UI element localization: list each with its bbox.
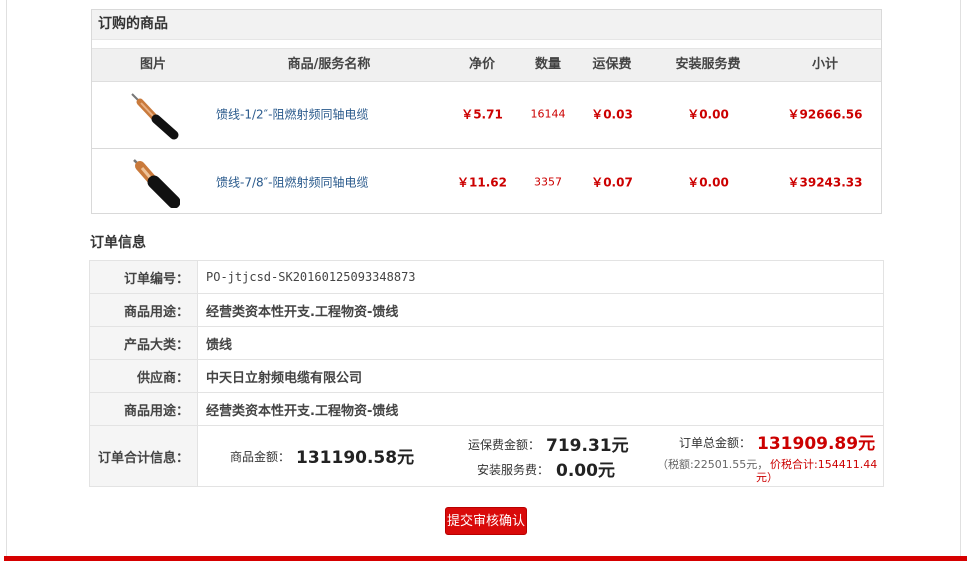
product-subtotal: ￥39243.33 [787, 175, 863, 189]
purpose-value: 经营类资本性开支.工程物资-馈线 [197, 293, 884, 327]
col-header-qty: 数量 [534, 57, 562, 72]
category-label: 产品大类： [89, 326, 198, 360]
page-frame-left [6, 0, 7, 556]
purpose-label: 商品用途： [89, 293, 198, 327]
order-total-label: 订单总金额： [679, 436, 752, 450]
goods-amount-label: 商品金额： [230, 450, 291, 464]
order-field-row: 供应商： 中天日立射频电缆有限公司 [89, 359, 884, 393]
order-summary-row: 订单合计信息： 商品金额： 131190.58元 运保费金额： 719.31元 … [89, 425, 884, 487]
supplier-label: 供应商： [89, 359, 198, 393]
coax-cable-icon[interactable] [126, 88, 180, 140]
col-header-price: 净价 [468, 57, 496, 72]
order-total-value: 131909.89元 [757, 434, 876, 454]
product-qty: 3357 [534, 175, 562, 188]
order-summary-label: 订单合计信息： [89, 425, 198, 487]
ordered-products-panel: 订购的商品 图片 商品/服务名称 净价 数量 运保费 安装服务费 小计 馈线-1… [91, 9, 882, 214]
coax-cable-icon[interactable] [126, 156, 180, 208]
col-header-shipping: 运保费 [592, 57, 632, 72]
col-header-install: 安装服务费 [675, 57, 741, 72]
install-fee-label: 安装服务费： [477, 463, 550, 477]
product-name-link[interactable]: 馈线-1/2″-阻燃射频同轴电缆 [216, 106, 368, 123]
purpose-value-2: 经营类资本性开支.工程物资-馈线 [197, 392, 884, 426]
col-header-name: 商品/服务名称 [287, 57, 371, 72]
product-shipping: ￥0.07 [591, 175, 633, 189]
footer-accent-bar [4, 556, 967, 561]
product-price: ￥5.71 [461, 107, 503, 122]
product-subtotal: ￥92666.56 [787, 107, 863, 122]
goods-amount-value: 131190.58元 [296, 448, 415, 468]
product-install: ￥0.00 [687, 175, 729, 189]
purpose-label-2: 商品用途： [89, 392, 198, 426]
order-number-value: PO-jtjcsd-SK20160125093348873 [197, 260, 884, 294]
product-name-link[interactable]: 馈线-7/8″-阻燃射频同轴电缆 [216, 173, 368, 190]
order-summary-cell: 商品金额： 131190.58元 运保费金额： 719.31元 安装服务费： 0… [197, 425, 884, 487]
product-price: ￥11.62 [457, 175, 507, 189]
category-value: 馈线 [197, 326, 884, 360]
product-qty: 16144 [530, 107, 566, 121]
order-number-label: 订单编号： [89, 260, 198, 294]
table-row: 馈线-1/2″-阻燃射频同轴电缆 ￥5.71 16144 ￥0.03 ￥0.00… [92, 80, 881, 149]
order-field-row: 产品大类： 馈线 [89, 326, 884, 360]
order-info-heading: 订单信息 [90, 235, 146, 251]
col-header-image: 图片 [139, 57, 167, 72]
product-shipping: ￥0.03 [591, 107, 633, 122]
install-fee-value: 0.00元 [556, 461, 615, 481]
order-info-table: 订单编号： PO-jtjcsd-SK20160125093348873 商品用途… [89, 260, 884, 487]
products-table-header: 图片 商品/服务名称 净价 数量 运保费 安装服务费 小计 [92, 48, 881, 82]
tax-amount-text: （税额:22501.55元， [657, 458, 769, 471]
order-field-row: 商品用途： 经营类资本性开支.工程物资-馈线 [89, 392, 884, 426]
supplier-value: 中天日立射频电缆有限公司 [197, 359, 884, 393]
product-install: ￥0.00 [687, 107, 729, 122]
col-header-subtotal: 小计 [811, 57, 839, 72]
table-row: 馈线-7/8″-阻燃射频同轴电缆 ￥11.62 3357 ￥0.07 ￥0.00… [92, 149, 881, 214]
order-field-row: 商品用途： 经营类资本性开支.工程物资-馈线 [89, 293, 884, 327]
tax-inclusive-total: 价税合计:154411.44 [770, 458, 878, 471]
order-field-row: 订单编号： PO-jtjcsd-SK20160125093348873 [89, 260, 884, 294]
submit-review-button[interactable]: 提交审核确认 [445, 507, 527, 535]
page-frame-right [960, 0, 961, 556]
shipping-amount-label: 运保费金额： [468, 438, 541, 452]
products-panel-title: 订购的商品 [92, 10, 881, 40]
shipping-amount-value: 719.31元 [546, 436, 629, 456]
tax-inclusive-unit: 元） [756, 471, 778, 484]
